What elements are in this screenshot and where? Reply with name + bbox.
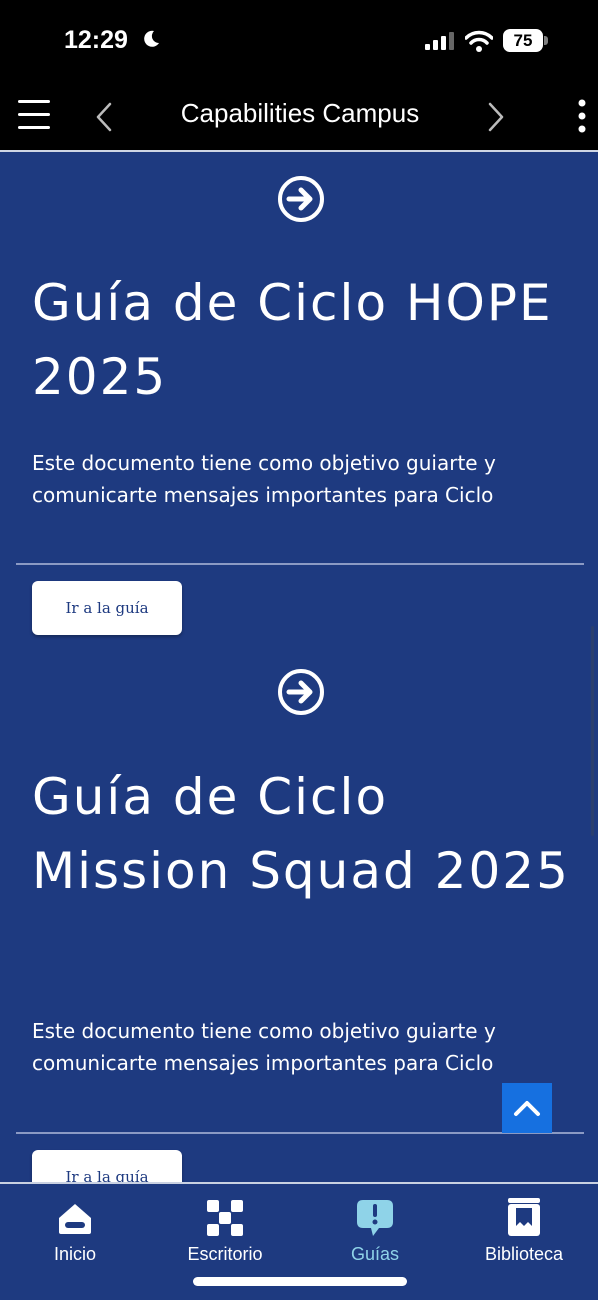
guide-title: Guía de Ciclo Mission Squad 2025	[32, 768, 570, 900]
status-bar: 12:29 75	[0, 0, 598, 84]
page-title: Capabilities Campus	[180, 98, 420, 128]
desktop-grid-icon	[207, 1200, 243, 1236]
nav-label: Escritorio	[187, 1244, 263, 1264]
guide-description: Este documento tiene como objetivo guiar…	[32, 1019, 496, 1075]
app-header: Capabilities Campus	[0, 84, 598, 152]
nav-item-biblioteca[interactable]: Biblioteca	[459, 1198, 589, 1268]
battery-indicator: 75	[503, 29, 549, 52]
signal-icon	[425, 32, 454, 50]
battery-level: 75	[513, 31, 533, 50]
divider	[16, 1132, 584, 1134]
nav-item-escritorio[interactable]: Escritorio	[160, 1198, 290, 1268]
nav-label: Guías	[350, 1244, 400, 1264]
nav-item-guias[interactable]: Guías	[310, 1198, 440, 1268]
chevron-right-icon[interactable]	[486, 102, 506, 132]
nav-item-inicio[interactable]: Inicio	[10, 1198, 140, 1268]
home-icon	[59, 1204, 91, 1234]
scroll-to-top-button[interactable]	[502, 1083, 552, 1133]
guide-description: Este documento tiene como objetivo guiar…	[32, 451, 496, 507]
hamburger-menu-icon[interactable]	[18, 98, 50, 132]
nav-label: Biblioteca	[484, 1244, 564, 1264]
scrollbar-thumb[interactable]	[591, 626, 594, 836]
guide-alert-icon	[357, 1200, 393, 1236]
more-vertical-icon[interactable]	[572, 98, 592, 134]
go-to-guide-button[interactable]: Ir a la guía	[32, 581, 182, 635]
divider	[16, 563, 584, 565]
arrow-circle-right-icon[interactable]	[277, 175, 325, 223]
chevron-up-icon	[514, 1101, 540, 1116]
wifi-icon	[465, 30, 493, 52]
nav-label: Inicio	[53, 1244, 97, 1264]
library-book-icon	[508, 1198, 540, 1236]
home-indicator	[193, 1277, 407, 1286]
guide-title: Guía de Ciclo HOPE 2025	[32, 274, 553, 406]
moon-icon	[144, 30, 159, 47]
status-time: 12:29	[64, 26, 128, 54]
chevron-left-icon[interactable]	[94, 102, 114, 132]
arrow-circle-right-icon[interactable]	[277, 668, 325, 716]
